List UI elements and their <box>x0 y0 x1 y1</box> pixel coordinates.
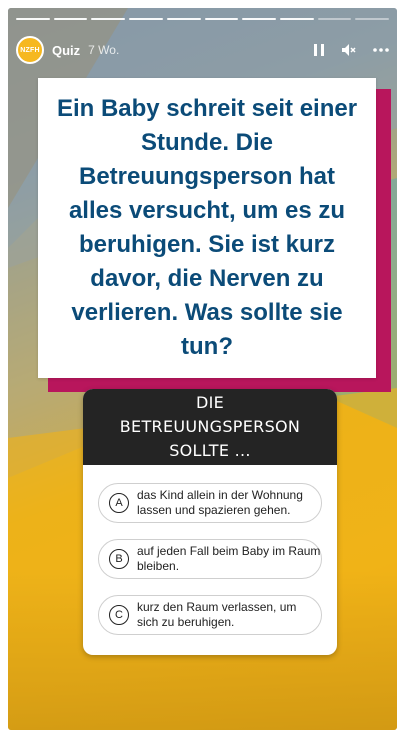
progress-segment <box>317 18 352 20</box>
quiz-option-b[interactable]: B auf jeden Fall beim Baby im Raum bleib… <box>98 539 322 579</box>
progress-segment <box>279 18 314 20</box>
progress-segment <box>355 18 390 20</box>
option-text: auf jeden Fall beim Baby im Raum bleiben… <box>137 544 321 573</box>
progress-segment <box>91 18 126 20</box>
mute-icon[interactable] <box>341 40 357 60</box>
progress-segment <box>204 18 239 20</box>
question-card: Ein Baby schreit seit einer Stunde. Die … <box>38 78 376 378</box>
progress-segment <box>16 18 50 20</box>
quiz-option-c[interactable]: C kurz den Raum verlassen, um sich zu be… <box>98 595 322 635</box>
progress-segment <box>166 18 201 20</box>
question-text: Ein Baby schreit seit einer Stunde. Die … <box>56 95 358 360</box>
progress-segment <box>129 18 163 20</box>
progress-segment <box>242 18 276 20</box>
story-progress-bar <box>16 18 390 20</box>
option-text: das Kind allein in der Wohnung lassen un… <box>137 488 303 517</box>
option-letter: A <box>109 493 129 513</box>
story-header: NZFH Quiz 7 Wo. <box>16 32 389 68</box>
option-letter: B <box>109 549 129 569</box>
quiz-sticker: DIE BETREUUNGSPERSON SOLLTE ... A das Ki… <box>83 389 337 655</box>
option-text: kurz den Raum verlassen, um sich zu beru… <box>137 600 297 629</box>
quiz-header: DIE BETREUUNGSPERSON SOLLTE ... <box>83 389 337 465</box>
pause-icon[interactable] <box>313 40 325 60</box>
account-name[interactable]: Quiz <box>52 43 80 58</box>
progress-segment <box>53 18 88 20</box>
quiz-option-a[interactable]: A das Kind allein in der Wohnung lassen … <box>98 483 322 523</box>
avatar-text: NZFH <box>20 46 40 54</box>
post-age: 7 Wo. <box>88 43 120 57</box>
story-viewer[interactable]: NZFH Quiz 7 Wo. Ein Baby schreit seit ei… <box>8 8 397 730</box>
option-letter: C <box>109 605 129 625</box>
more-icon[interactable] <box>373 40 389 60</box>
avatar[interactable]: NZFH <box>16 36 44 64</box>
quiz-header-text: DIE BETREUUNGSPERSON SOLLTE ... <box>119 393 301 460</box>
